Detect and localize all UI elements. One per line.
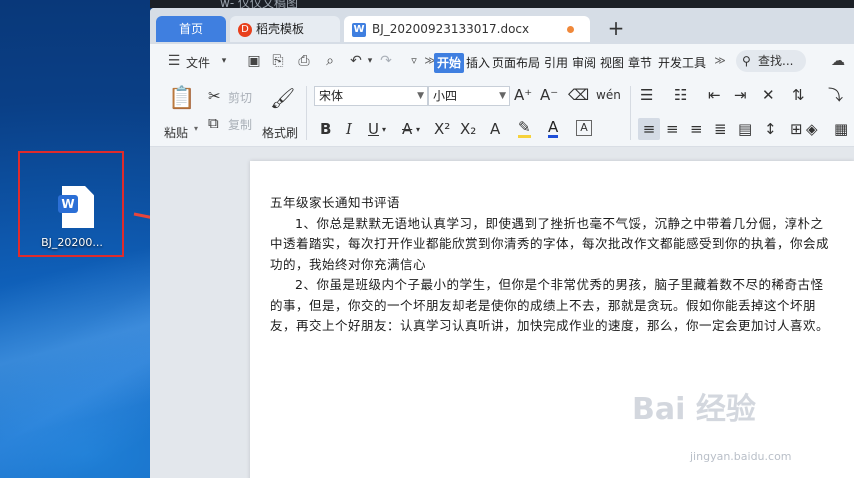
word-doc-icon: W (352, 22, 366, 37)
tab-review[interactable]: 审阅 (572, 53, 596, 73)
docer-logo-icon: D (238, 22, 252, 37)
hamburger-menu-icon[interactable]: ☰ (166, 53, 182, 69)
justify-icon[interactable]: ≣ (714, 120, 727, 138)
paste-icon[interactable]: 📋 (168, 86, 195, 112)
table-borders-icon[interactable]: ▦ (834, 120, 848, 138)
tab-template[interactable]: D 稻壳模板 (230, 16, 340, 42)
export-icon[interactable]: ⎘ (270, 53, 286, 69)
save-icon[interactable]: ▣ (246, 53, 262, 69)
align-left-icon[interactable]: ≡ (638, 118, 660, 140)
chevron-down-icon[interactable]: ▾ (216, 53, 232, 69)
menu-bar: ☰ 文件 ▾ ▣ ⎘ ⎙ ⌕ ↶ ▾ ↷ ▿ ≫ 开始 插入 页面布局 引用 审… (150, 44, 854, 80)
tab-home[interactable]: 首页 (156, 16, 226, 42)
watermark-logo: Bai 经验 (632, 392, 756, 427)
print-icon[interactable]: ⎙ (296, 53, 312, 69)
text-direction-icon[interactable]: ⤵ (828, 86, 843, 104)
numbered-list-icon[interactable]: ☷ (674, 86, 687, 104)
chevron-down-icon: ▼ (499, 91, 506, 101)
format-painter-icon[interactable]: 🖌 (270, 86, 295, 110)
tab-view[interactable]: 视图 (600, 53, 624, 73)
chinese-layout-icon[interactable]: ✕ (762, 86, 775, 104)
strikethrough-dropdown-icon[interactable]: ▾ (416, 121, 420, 139)
unsaved-dot-icon (567, 26, 574, 33)
cloud-sync-icon[interactable]: ☁ (830, 53, 846, 69)
ribbon-divider (306, 86, 307, 140)
highlight-icon[interactable]: ✎ (518, 120, 531, 138)
format-painter-button[interactable]: 格式刷 (262, 124, 298, 141)
tab-start[interactable]: 开始 (434, 53, 465, 73)
copy-button[interactable]: 复制 (228, 116, 252, 133)
bullet-list-icon[interactable]: ☰ (640, 86, 653, 104)
italic-icon[interactable]: I (346, 120, 352, 138)
paragraph-1: 1、你总是默默无语地认真学习，即使遇到了挫折也毫不气馁，沉静之中带着几分倔，淳朴… (270, 215, 830, 272)
align-center-icon[interactable]: ≡ (666, 120, 679, 138)
tab-document-label: BJ_20200923133017.docx (372, 22, 530, 36)
font-effects-icon[interactable]: A (490, 120, 500, 138)
desktop-icon-label[interactable]: BJ_20200... (24, 236, 120, 249)
paragraph-2: 2、你虽是班级内个子最小的学生，但你是个非常优秀的男孩，脑子里藏着数不尽的稀奇古… (270, 277, 830, 333)
font-name-value: 宋体 (319, 89, 344, 103)
strikethrough-icon[interactable]: A (402, 120, 412, 138)
redo-icon[interactable]: ↷ (378, 53, 394, 69)
decrease-indent-icon[interactable]: ⇤ (708, 86, 721, 104)
copy-icon[interactable]: ⧉ (208, 114, 219, 132)
grow-font-icon[interactable]: A⁺ (514, 86, 532, 104)
paste-button[interactable]: 粘贴 (164, 124, 188, 141)
underline-icon[interactable]: U (368, 120, 379, 138)
ribbon-start: 📋 粘贴 ▾ ✂ 剪切 ⧉ 复制 🖌 格式刷 宋体 ▼ 小四 ▼ A⁺ A⁻ ⌫… (150, 80, 854, 147)
search-label: 查找... (758, 54, 794, 68)
tab-template-label: 稻壳模板 (256, 22, 305, 36)
document-body[interactable]: 五年级家长通知书评语 1、你总是默默无语地认真学习，即使遇到了挫折也毫不气馁，沉… (270, 193, 830, 337)
borders-icon[interactable]: ⊞ (790, 120, 803, 138)
print-preview-icon[interactable]: ⌕ (322, 53, 338, 69)
underline-dropdown-icon[interactable]: ▾ (382, 121, 386, 139)
font-color-icon[interactable]: A (548, 120, 559, 138)
cut-button[interactable]: 剪切 (228, 89, 252, 106)
tab-page-layout[interactable]: 页面布局 (492, 53, 540, 73)
undo-dropdown-icon[interactable]: ▾ (362, 53, 378, 69)
shrink-font-icon[interactable]: A⁻ (540, 86, 558, 104)
char-border-icon[interactable]: A (576, 120, 592, 136)
tab-document[interactable]: W BJ_20200923133017.docx (344, 16, 590, 42)
tab-bar: 首页 D 稻壳模板 W BJ_20200923133017.docx + (150, 8, 854, 44)
new-tab-button[interactable]: + (606, 18, 626, 38)
document-page[interactable]: 五年级家长通知书评语 1、你总是默默无语地认真学习，即使遇到了挫折也毫不气馁，沉… (250, 161, 854, 478)
tab-references[interactable]: 引用 (544, 53, 568, 73)
document-title: 五年级家长通知书评语 (270, 195, 401, 210)
tab-insert[interactable]: 插入 (466, 53, 490, 73)
watermark-url: jingyan.baidu.com (690, 450, 792, 463)
search-box[interactable]: ⚲ 查找... (736, 50, 806, 72)
file-menu[interactable]: 文件 (186, 54, 210, 71)
pinyin-guide-icon[interactable]: wén (596, 86, 621, 104)
font-size-value: 小四 (433, 89, 458, 103)
search-icon: ⚲ (742, 54, 751, 68)
document-canvas: 五年级家长通知书评语 1、你总是默默无语地认真学习，即使遇到了挫折也毫不气馁，沉… (150, 147, 854, 478)
clear-format-icon[interactable]: ⌫ (568, 86, 589, 104)
font-name-select[interactable]: 宋体 ▼ (314, 86, 428, 106)
font-size-select[interactable]: 小四 ▼ (428, 86, 510, 106)
customize-dropdown-icon[interactable]: ▿ (406, 53, 422, 69)
line-spacing-icon[interactable]: ↕ (764, 120, 777, 138)
sort-icon[interactable]: ⇅ (792, 86, 805, 104)
shading-icon[interactable]: ◈ (806, 120, 818, 138)
paste-dropdown-icon[interactable]: ▾ (194, 124, 198, 133)
more-tabs-icon[interactable]: ≫ (712, 53, 728, 69)
increase-indent-icon[interactable]: ⇥ (734, 86, 747, 104)
align-right-icon[interactable]: ≡ (690, 120, 703, 138)
subscript-icon[interactable]: X₂ (460, 120, 476, 138)
superscript-icon[interactable]: X² (434, 120, 450, 138)
ribbon-divider (630, 86, 631, 140)
word-badge-icon: W (58, 195, 78, 213)
cut-icon[interactable]: ✂ (208, 87, 221, 105)
background-window-strip: w- 仪仪文稿图 (150, 0, 854, 10)
tab-chapter[interactable]: 章节 (628, 53, 652, 73)
tab-developer[interactable]: 开发工具 (658, 53, 706, 73)
bold-icon[interactable]: B (320, 120, 331, 138)
distributed-icon[interactable]: ▤ (738, 120, 752, 138)
chevron-down-icon: ▼ (417, 91, 424, 101)
docx-file-icon[interactable]: W (58, 186, 96, 230)
